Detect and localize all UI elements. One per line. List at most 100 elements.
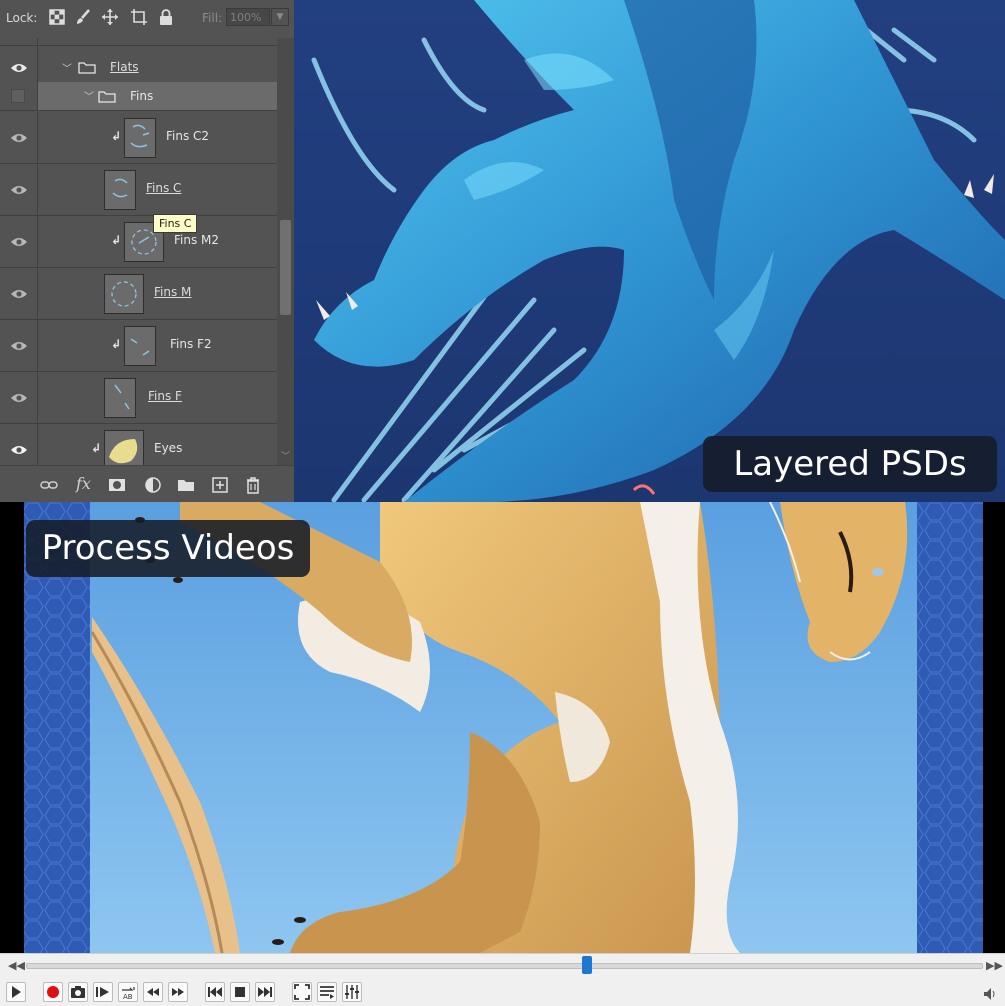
playlist-icon: [320, 986, 334, 999]
eye-icon[interactable]: [10, 288, 28, 300]
clipping-mask-icon: ↲: [111, 129, 122, 143]
lock-bar: Lock: Fill: 100% ▼: [0, 0, 294, 38]
frame-step-button[interactable]: [93, 982, 113, 1002]
previous-icon: [208, 987, 222, 997]
layer-name: Fins: [130, 89, 154, 103]
camera-icon: [71, 986, 85, 998]
lock-transparent-pixels-icon[interactable]: [48, 8, 66, 26]
layer-row-fins-f[interactable]: Fins F: [0, 372, 277, 424]
player-controls: ◀◀ ▶▶ AB: [0, 953, 1005, 1006]
play-icon: [12, 986, 21, 998]
record-button[interactable]: [43, 982, 63, 1002]
fullscreen-icon: [294, 984, 310, 1000]
eye-icon[interactable]: [10, 184, 28, 196]
layers-scrollbar[interactable]: ﹀: [277, 38, 294, 465]
seek-back-icon[interactable]: ◀◀: [8, 959, 25, 972]
chevron-down-icon[interactable]: ﹀: [62, 60, 72, 75]
layer-row-eyes[interactable]: ↲ Eyes: [0, 424, 277, 465]
layer-thumbnail: [104, 170, 136, 210]
layer-name: Fins M: [154, 285, 192, 299]
scrollbar-thumb[interactable]: [280, 220, 291, 315]
layer-name: Fins C: [146, 181, 182, 195]
mask-icon[interactable]: [108, 476, 126, 494]
seek-handle[interactable]: [581, 956, 592, 974]
layer-name: Fins M2: [174, 233, 220, 247]
clipping-mask-icon: ↲: [111, 337, 122, 351]
layers-footer: fx: [0, 465, 294, 502]
next-button[interactable]: [255, 982, 275, 1002]
layer-thumbnail: [104, 430, 144, 465]
fill-dropdown-arrow[interactable]: ▼: [271, 8, 289, 26]
record-icon: [47, 986, 59, 998]
eye-icon[interactable]: [10, 444, 28, 456]
process-video-frame: Process Videos: [0, 502, 1005, 953]
blue-dragon-artwork: [294, 0, 1005, 502]
chevron-down-icon[interactable]: ﹀: [84, 88, 94, 103]
extended-settings-button[interactable]: [342, 982, 362, 1002]
artboard-icon[interactable]: [130, 8, 148, 26]
svg-text:AB: AB: [123, 993, 133, 1000]
lock-icon[interactable]: [157, 8, 175, 26]
play-button[interactable]: [6, 982, 26, 1002]
loop-ab-button[interactable]: AB: [118, 982, 138, 1002]
layer-row-fins[interactable]: ﹀ Fins: [0, 82, 277, 111]
trash-icon[interactable]: [244, 476, 262, 494]
slower-icon: [147, 988, 159, 996]
seek-bar[interactable]: [26, 956, 983, 974]
layer-row-fins-f2[interactable]: ↲ Fins F2: [0, 320, 277, 372]
folder-icon: [78, 62, 96, 74]
eye-icon[interactable]: [10, 236, 28, 248]
eye-icon[interactable]: [10, 392, 28, 404]
layer-name: Fins F: [148, 389, 182, 403]
eye-icon[interactable]: [10, 132, 28, 144]
fx-icon[interactable]: fx: [76, 474, 91, 493]
volume-icon[interactable]: [983, 987, 997, 1001]
equalizer-icon: [345, 985, 359, 999]
seek-forward-icon[interactable]: ▶▶: [986, 959, 1003, 972]
eye-icon[interactable]: [10, 62, 28, 74]
layer-row-fins-c2[interactable]: ↲ Fins C2: [0, 112, 277, 164]
layer-row[interactable]: [0, 38, 277, 46]
link-icon[interactable]: [40, 476, 58, 494]
slower-button[interactable]: [143, 982, 163, 1002]
faster-icon: [172, 988, 184, 996]
frame-step-icon: [96, 987, 109, 997]
layer-list: ﹀ Flats ﹀ Fins ↲ Fins C2 Fins C ↲ Fins M…: [0, 38, 277, 465]
eye-icon[interactable]: [10, 340, 28, 352]
previous-button[interactable]: [205, 982, 225, 1002]
layer-name: Eyes: [154, 441, 183, 455]
fill-input[interactable]: 100%: [226, 8, 270, 26]
scroll-down-arrow[interactable]: ﹀: [281, 449, 290, 462]
stop-button[interactable]: [230, 982, 250, 1002]
layer-thumbnail: [124, 326, 156, 366]
folder-icon[interactable]: [177, 476, 195, 494]
layer-name: Fins F2: [170, 337, 212, 351]
faster-button[interactable]: [168, 982, 188, 1002]
psd-artwork-preview: Layered PSDs: [294, 0, 1005, 502]
folder-icon: [98, 91, 116, 103]
stop-icon: [235, 987, 245, 997]
layer-name: Fins C2: [166, 129, 210, 143]
layer-row-fins-m[interactable]: Fins M: [0, 268, 277, 320]
next-icon: [258, 987, 272, 997]
fill-label: Fill:: [202, 11, 223, 25]
clipping-mask-icon: ↲: [91, 441, 102, 455]
snapshot-button[interactable]: [68, 982, 88, 1002]
layer-name: Flats: [110, 60, 139, 74]
caption-layered-psds: Layered PSDs: [703, 436, 997, 492]
playlist-button[interactable]: [317, 982, 337, 1002]
layer-thumbnail: [104, 274, 144, 314]
fullscreen-button[interactable]: [292, 982, 312, 1002]
layer-row-fins-c[interactable]: Fins C: [0, 164, 277, 216]
caption-process-videos: Process Videos: [26, 520, 310, 577]
brush-icon[interactable]: [74, 8, 92, 26]
layers-panel: Lock: Fill: 100% ▼ ﹀ Flats ﹀ Fins ↲ Fins…: [0, 0, 294, 502]
new-layer-icon[interactable]: [211, 476, 229, 494]
lock-label: Lock:: [6, 11, 38, 25]
adjustment-icon[interactable]: [144, 476, 162, 494]
layer-thumbnail: [104, 378, 136, 418]
move-icon[interactable]: [101, 8, 119, 26]
layer-tooltip: Fins C: [153, 214, 198, 233]
layer-row-fins-m2[interactable]: ↲ Fins M2: [0, 216, 277, 268]
visibility-toggle[interactable]: [11, 89, 25, 103]
